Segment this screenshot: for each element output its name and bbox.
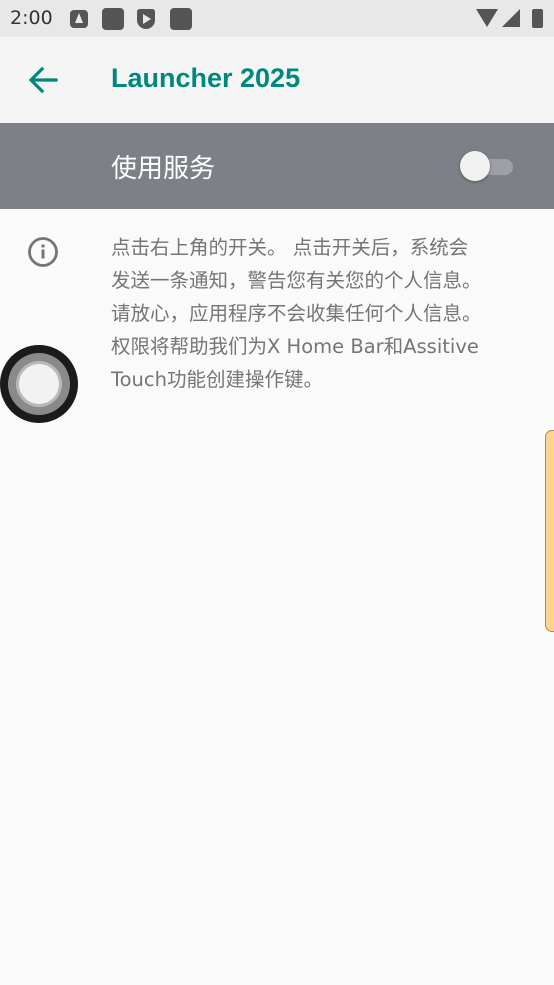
assistive-touch-button[interactable] (0, 345, 78, 423)
status-bar: 2:00 (0, 0, 554, 37)
description-line: 点击右上角的开关。 点击开关后，系统会 (111, 236, 469, 259)
app-notification-icon (170, 8, 192, 30)
service-toggle-bar[interactable]: 使用服务 (0, 123, 554, 209)
description-line: 权限将帮助我们为X Home Bar和Assitive (111, 335, 479, 358)
back-button[interactable] (22, 60, 64, 100)
battery-icon (532, 9, 543, 28)
app-notification-icon (102, 8, 124, 30)
page-title: Launcher 2025 (111, 63, 301, 93)
app-bar: Launcher 2025 (0, 37, 554, 123)
arrow-back-icon (28, 66, 58, 94)
service-switch[interactable] (459, 150, 515, 182)
service-label: 使用服务 (111, 154, 216, 184)
permission-description: 点击右上角的开关。 点击开关后，系统会 发送一条通知，警告您有关您的个人信息。 … (111, 231, 531, 396)
edge-panel-handle[interactable] (545, 430, 554, 632)
description-line: 发送一条通知，警告您有关您的个人信息。 (111, 269, 482, 292)
wifi-icon (476, 9, 498, 27)
text-notification-icon (70, 10, 88, 28)
description-line: 请放心，应用程序不会收集任何个人信息。 (111, 302, 482, 325)
cell-signal-icon (502, 9, 520, 27)
info-icon (28, 237, 58, 267)
description-line: Touch功能创建操作键。 (111, 368, 323, 391)
status-time: 2:00 (10, 7, 53, 29)
play-protect-icon (137, 9, 155, 29)
assistive-touch-core (19, 364, 59, 404)
switch-thumb (460, 151, 490, 181)
